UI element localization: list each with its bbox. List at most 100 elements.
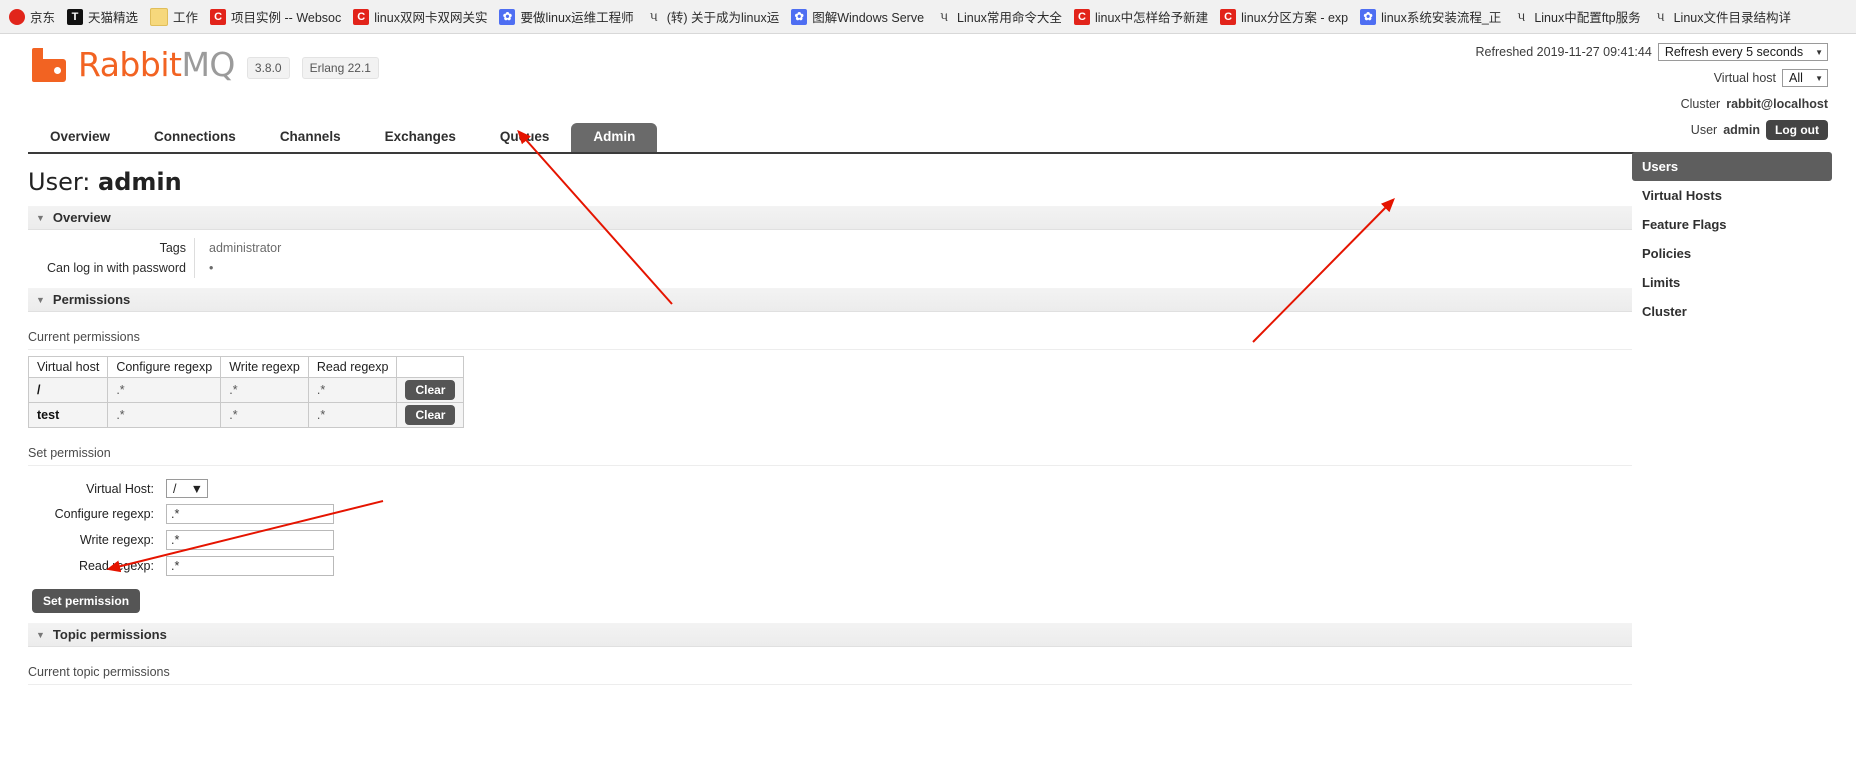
tab-exchanges[interactable]: Exchanges [363,124,478,152]
sidebar-item-limits[interactable]: Limits [1632,268,1832,297]
sidebar-item-users[interactable]: Users [1632,152,1832,181]
form-row-read-regexp: Read regexp: [28,553,340,579]
bookmark-label: linux双网卡双网关实 [374,11,488,25]
bookmark-item[interactable]: Clinux中怎样给予新建 [1069,5,1215,28]
overview-row: Tags administrator [28,238,290,258]
tab-queues[interactable]: Queues [478,124,572,152]
permissions-column-header: Write regexp [220,356,309,378]
section-header-overview-label: Overview [52,210,111,225]
erlang-version-badge: Erlang 22.1 [301,57,379,79]
sidebar-item-policies[interactable]: Policies [1632,239,1832,268]
collapse-triangle-icon: ▼ [36,212,45,223]
page-title-prefix: User: [28,168,91,196]
baidu-favicon: ✿ [499,8,516,25]
table-row: test .* .* .* Clear [27,402,465,428]
tab-connections[interactable]: Connections [132,124,258,152]
sidebar-item-cluster[interactable]: Cluster [1632,297,1832,326]
permissions-cell-actions: Clear [396,377,465,403]
bookmark-item[interactable]: પ Linux常用命令大全 [931,5,1069,28]
permissions-cell-vhost: test [27,402,109,428]
rabbitmq-management-page: RabbitMQ 3.8.0 Erlang 22.1 Refreshed 201… [0,34,1856,726]
form-virtual-host-select[interactable]: / ▼ [166,479,208,498]
set-permission-form: Virtual Host: / ▼ Configure regexp: .* W… [28,476,340,579]
permissions-cell-configure: .* [107,377,222,403]
permissions-table-head: Virtual host Configure regexp Write regexp… [27,356,465,378]
section-header-topic-permissions[interactable]: ▼ Topic permissions [28,623,1632,647]
bookmark-label: Linux常用命令大全 [957,11,1062,25]
configure-regexp-input[interactable] [166,504,334,524]
clear-permission-button[interactable]: Clear [405,380,456,400]
form-label-virtual-host: Virtual Host: [86,481,154,496]
overview-detail-table: Tags administrator Can log in with passwor… [28,238,290,278]
chevron-down-icon: ▼ [1815,47,1823,57]
section-header-overview[interactable]: ▼ Overview [28,206,1632,230]
section-header-permissions[interactable]: ▼ Permissions [28,288,1632,312]
permissions-header-row: Virtual host Configure regexp Write regexp… [27,356,465,378]
zhihu-favicon: પ [649,8,658,24]
csdn-favicon: C [210,8,227,25]
bookmark-item[interactable]: ✿ 要做linux运维工程师 [494,5,640,28]
bookmark-item[interactable]: ✿ 图解Windows Serve [786,5,931,28]
set-permission-label: Set permission [28,446,1632,466]
bookmark-item[interactable]: પ Linux中配置ftp服务 [1508,5,1647,28]
write-regexp-input[interactable] [166,530,334,550]
collapse-triangle-icon: ▼ [36,629,45,640]
permissions-cell-read: .* [307,402,398,428]
tab-admin[interactable]: Admin [571,123,658,152]
sidebar-item-virtual-hosts[interactable]: Virtual Hosts [1632,181,1832,210]
form-row-virtual-host: Virtual Host: / ▼ [28,476,340,501]
set-permission-button[interactable]: Set permission [32,589,141,613]
baidu-favicon: ✿ [791,8,808,25]
bookmark-item[interactable]: C 项目实例 -- Websoc [205,5,348,28]
current-permissions-label: Current permissions [28,330,1632,350]
table-row: / .* .* .* Clear [27,377,465,403]
bookmark-item[interactable]: પ (转) 关于成为linux运 [641,5,787,28]
section-header-permissions-label: Permissions [52,292,131,307]
bookmark-item[interactable]: ✿ linux系统安装流程_正 [1355,5,1508,28]
overview-row: Can log in with password • [28,258,290,278]
overview-row-value: • [194,258,290,278]
main-content: User: admin ▼ Overview Tags administrator… [27,168,1632,685]
form-virtual-host-value: / [173,481,177,496]
bookmark-item[interactable]: T 天猫精选 [62,5,145,28]
brand-block: RabbitMQ 3.8.0 Erlang 22.1 [32,48,379,82]
page-title: User: admin [28,168,1632,196]
overview-row-value: administrator [194,238,290,258]
tab-channels[interactable]: Channels [258,124,363,152]
brand-primary: Rabbit [78,45,182,84]
permissions-actions-header [396,356,465,378]
baidu-favicon: ✿ [1360,8,1377,25]
bookmark-item[interactable]: Clinux双网卡双网关实 [348,5,494,28]
permissions-cell-vhost: / [27,377,109,403]
bookmark-item[interactable]: Clinux分区方案 - exp [1215,5,1355,28]
version-badge: 3.8.0 [246,57,290,79]
bookmark-item[interactable]: 京东 [4,5,62,28]
bookmark-item[interactable]: 工作 [145,5,205,28]
admin-sidebar: Users Virtual Hosts Feature Flags Policies L… [1632,152,1832,326]
zhihu-favicon: પ [1656,8,1665,24]
current-permissions-table: Virtual host Configure regexp Write regexp… [27,356,465,428]
csdn-favicon: C [353,8,370,25]
refresh-interval-value: Refresh every 5 seconds [1664,45,1804,59]
main-navigation-tabs: Overview Connections Channels Exchanges Queu… [28,123,1828,154]
bookmark-label: linux系统安装流程_正 [1381,11,1502,25]
virtual-host-select[interactable]: All ▼ [1782,69,1828,87]
page-header: RabbitMQ 3.8.0 Erlang 22.1 Refreshed 201… [24,34,1832,140]
permissions-table-body: / .* .* .* Clear test .* .* .* Clear [27,377,465,428]
form-label-configure-regexp: Configure regexp: [54,507,154,521]
jd-favicon [9,8,25,25]
permissions-cell-write: .* [220,402,309,428]
permissions-cell-read: .* [307,377,398,403]
virtual-host-label: Virtual host [1713,71,1776,85]
bookmark-label: Linux中配置ftp服务 [1534,11,1641,25]
csdn-favicon: C [1220,8,1237,25]
read-regexp-input[interactable] [166,556,334,576]
sidebar-item-feature-flags[interactable]: Feature Flags [1632,210,1832,239]
clear-permission-button[interactable]: Clear [405,405,456,425]
tab-list: Overview Connections Channels Exchanges Queu… [28,123,1828,152]
zhihu-favicon: પ [939,8,949,24]
refresh-interval-select[interactable]: Refresh every 5 seconds ▼ [1657,43,1828,61]
tab-overview[interactable]: Overview [28,124,132,152]
form-row-write-regexp: Write regexp: [28,527,340,553]
bookmark-item[interactable]: પ Linux文件目录结构详 [1648,5,1798,28]
